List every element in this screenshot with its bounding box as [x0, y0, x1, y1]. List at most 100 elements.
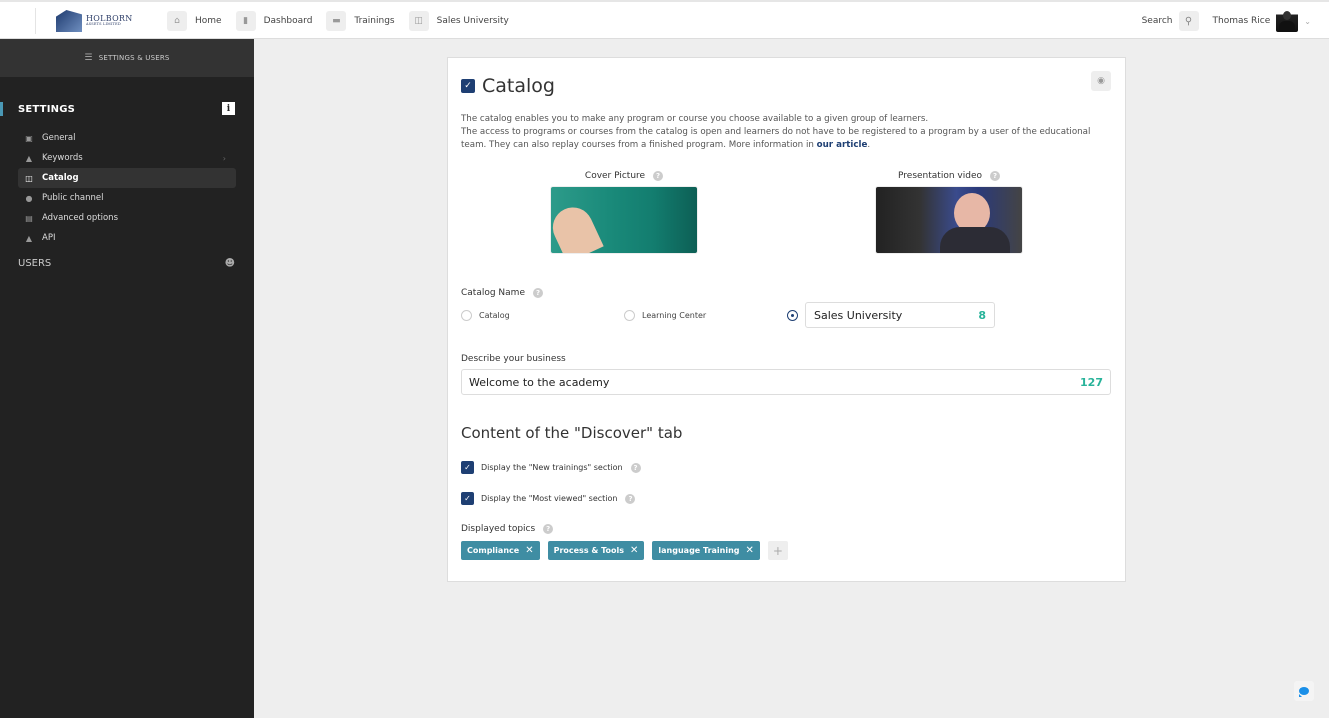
add-topic-button[interactable]: +: [767, 541, 788, 560]
sidebar-item-catalog[interactable]: ◫ Catalog: [18, 168, 236, 188]
catalog-name-input[interactable]: Sales University 8: [805, 302, 995, 328]
new-trainings-checkbox[interactable]: ✓: [461, 461, 474, 474]
close-icon[interactable]: ✕: [746, 545, 754, 556]
help-icon[interactable]: ?: [630, 462, 641, 473]
sidebar-item-keywords[interactable]: ▲ Keywords ›: [18, 148, 236, 168]
sidebar-item-advanced-options[interactable]: ▤ Advanced options: [18, 208, 236, 228]
topic-tag: Compliance ✕: [461, 541, 540, 560]
folder-icon: ▬: [326, 11, 347, 31]
help-icon[interactable]: ?: [532, 288, 543, 298]
brand-subtitle: ASSETS LIMITED: [86, 22, 121, 27]
avatar[interactable]: [1276, 10, 1299, 32]
sidebar: ☰ SETTINGS & USERS SETTINGS i ▣ General …: [0, 39, 254, 718]
info-icon[interactable]: i: [222, 102, 235, 115]
close-icon[interactable]: ✕: [525, 545, 533, 556]
sidebar-header[interactable]: ☰ SETTINGS & USERS: [0, 39, 254, 77]
field-label: Displayed topics: [461, 524, 536, 534]
book-icon: ◫: [408, 11, 429, 31]
nav-sales-university[interactable]: ◫ Sales University: [408, 11, 509, 31]
help-icon[interactable]: ?: [543, 524, 554, 534]
main-nav: ⌂ Home ▮ Dashboard ▬ Trainings ◫ Sales U…: [167, 11, 523, 31]
help-icon[interactable]: ?: [625, 493, 636, 504]
sidebar-item-api[interactable]: ▲ API: [18, 228, 236, 248]
radio-option-learning-center[interactable]: Learning Center: [624, 309, 787, 321]
home-icon: ⌂: [167, 11, 187, 31]
search-icon[interactable]: ⚲: [1178, 11, 1199, 31]
cover-picture-label: Cover Picture: [584, 171, 646, 181]
close-icon[interactable]: ✕: [630, 545, 638, 556]
nav-dashboard[interactable]: ▮ Dashboard: [235, 11, 313, 31]
radio-label: Learning Center: [642, 310, 707, 320]
catalog-description: The catalog enables you to make any prog…: [461, 113, 1101, 152]
nav-label: Home: [195, 16, 222, 26]
presentation-video-section: Presentation video?: [875, 171, 1023, 254]
cover-picture-image[interactable]: [550, 186, 698, 254]
sidebar-item-label: API: [42, 233, 56, 243]
book-icon: ◫: [25, 173, 33, 183]
sidebar-item-public-channel[interactable]: ● Public channel: [18, 188, 236, 208]
options-icon: ▤: [25, 213, 33, 223]
chevron-down-icon[interactable]: ⌄: [1304, 17, 1311, 26]
new-trainings-option: ✓ Display the "New trainings" section ?: [461, 461, 641, 474]
business-description-input[interactable]: Welcome to the academy 127: [461, 369, 1111, 395]
tags-icon: ▲: [25, 153, 33, 163]
brand-logo[interactable]: HOLBORN ASSETS LIMITED: [56, 10, 133, 32]
help-icon[interactable]: ?: [989, 171, 1000, 181]
our-article-link[interactable]: our article: [817, 140, 868, 150]
sidebar-item-label: General: [42, 133, 76, 143]
topic-tags: Compliance ✕ Process & Tools ✕ language Tr…: [461, 541, 788, 560]
checkbox-label: Display the "Most viewed" section: [481, 494, 618, 503]
user-name[interactable]: Thomas Rice: [1213, 16, 1271, 26]
most-viewed-checkbox[interactable]: ✓: [461, 492, 474, 505]
image-icon: ▣: [25, 133, 33, 143]
chat-button[interactable]: [1294, 681, 1314, 701]
radio-button-selected[interactable]: [787, 309, 798, 321]
bar-chart-icon: ▮: [235, 11, 256, 31]
radio-option-catalog[interactable]: Catalog: [461, 309, 624, 321]
nav-home[interactable]: ⌂ Home: [167, 11, 222, 31]
sidebar-item-label: Catalog: [42, 173, 79, 183]
displayed-topics-label: Displayed topics?: [461, 524, 554, 534]
sidebar-item-label: Advanced options: [42, 213, 118, 223]
divider: [35, 8, 36, 34]
description-line: The catalog enables you to make any prog…: [461, 114, 929, 124]
most-viewed-option: ✓ Display the "Most viewed" section ?: [461, 492, 636, 505]
checkbox-label: Display the "New trainings" section: [481, 463, 623, 472]
field-label: Catalog Name: [461, 288, 525, 298]
char-counter: 127: [1080, 375, 1103, 389]
catalog-name-options: Catalog Learning Center Sales University…: [461, 302, 1101, 328]
radio-button[interactable]: [624, 309, 635, 321]
search-label[interactable]: Search: [1142, 16, 1173, 26]
globe-icon: ●: [25, 193, 33, 203]
radio-button[interactable]: [461, 309, 472, 321]
presentation-video-label: Presentation video: [898, 171, 982, 181]
api-icon: ▲: [25, 233, 33, 243]
input-value: Welcome to the academy: [469, 375, 610, 389]
help-icon[interactable]: ?: [653, 171, 664, 181]
sidebar-item-general[interactable]: ▣ General: [18, 128, 236, 148]
nav-label: Dashboard: [263, 16, 313, 26]
field-label: Describe your business: [461, 354, 566, 364]
topic-tag: language Training ✕: [652, 541, 760, 560]
tag-label: Compliance: [467, 546, 520, 555]
catalog-enabled-checkbox[interactable]: ✓: [461, 79, 475, 93]
description-line: The access to programs or courses from t…: [461, 127, 1091, 150]
nav-trainings[interactable]: ▬ Trainings: [326, 11, 395, 31]
preview-eye-button[interactable]: ◉: [1091, 71, 1111, 91]
sidebar-header-label: SETTINGS & USERS: [98, 54, 170, 62]
sidebar-section-users[interactable]: USERS ☻: [0, 252, 254, 274]
logo-mark-icon: [56, 10, 82, 32]
chevron-right-icon: ›: [222, 153, 226, 163]
catalog-settings-card: ✓ Catalog ◉ The catalog enables you to m…: [447, 57, 1126, 582]
presentation-video-thumbnail[interactable]: [875, 186, 1023, 254]
section-title: USERS: [18, 257, 52, 269]
cover-picture-section: Cover Picture?: [550, 171, 698, 254]
page-title: Catalog: [482, 75, 555, 97]
radio-option-custom[interactable]: Sales University 8: [787, 302, 995, 328]
nav-label: Trainings: [354, 16, 395, 26]
section-title: SETTINGS: [18, 103, 76, 115]
radio-label: Catalog: [479, 310, 510, 320]
users-icon: ☻: [224, 257, 235, 269]
top-bar: HOLBORN ASSETS LIMITED ⌂ Home ▮ Dashboar…: [0, 0, 1329, 39]
tag-label: language Training: [658, 546, 740, 555]
